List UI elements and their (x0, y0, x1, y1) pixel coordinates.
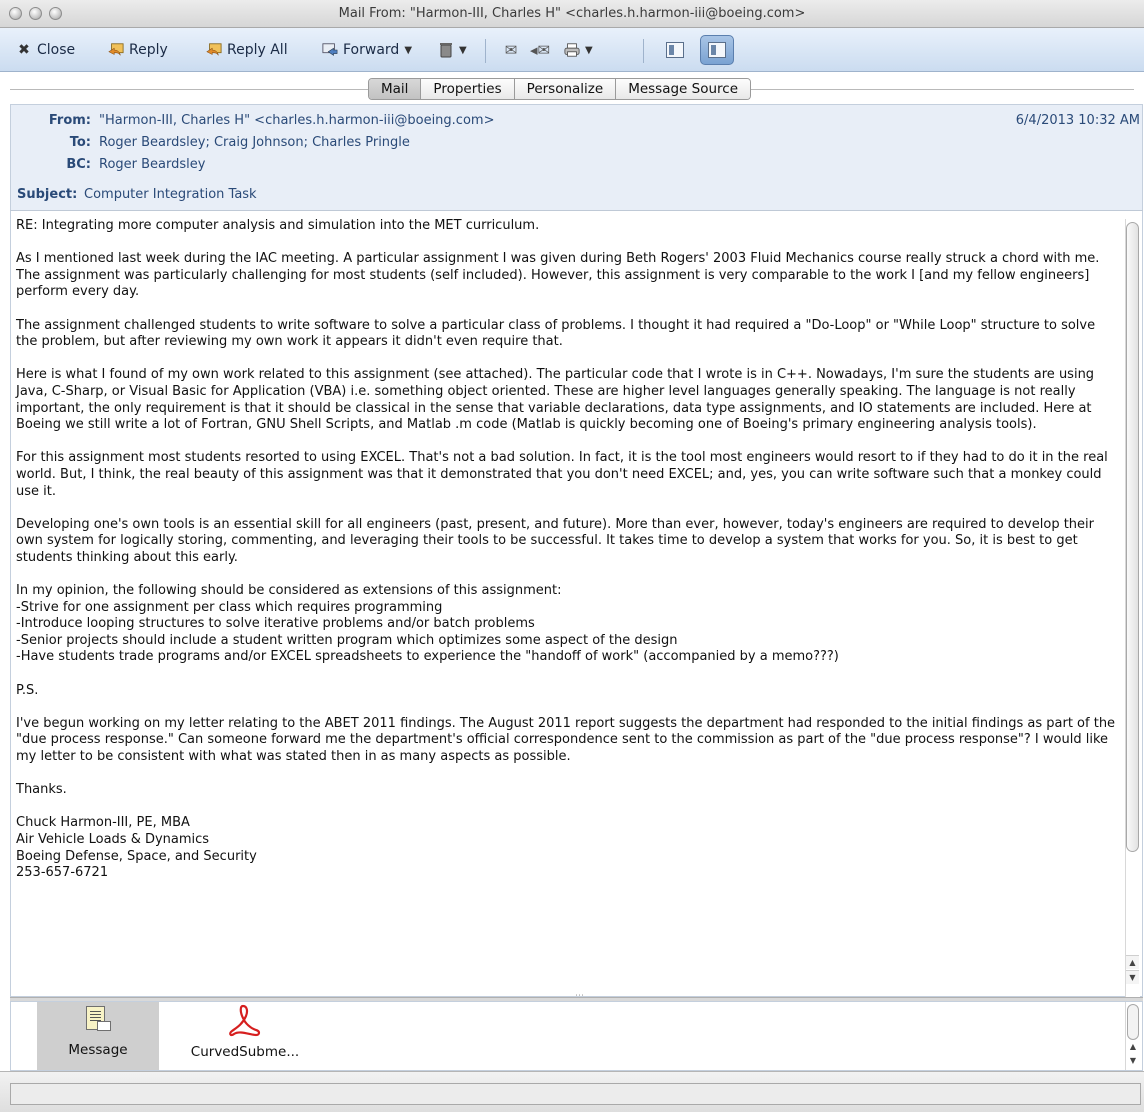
body-paragraph-list: In my opinion, the following should be c… (16, 583, 1118, 666)
mark-read-icon[interactable]: ✉ (499, 38, 523, 62)
printer-icon (564, 42, 580, 58)
splitter-grip-icon[interactable]: ⋯ (575, 991, 584, 1001)
attachment-pdf[interactable]: CurvedSubme... (184, 1002, 306, 1070)
scroll-up-arrow-icon[interactable]: ▲ (1126, 955, 1139, 969)
subject-value: Computer Integration Task (84, 187, 257, 202)
attachment-message[interactable]: Message (37, 1002, 159, 1070)
window-title: Mail From: "Harmon-III, Charles H" <char… (338, 6, 806, 21)
attachments-scrollbar-thumb[interactable] (1127, 1004, 1139, 1040)
reply-all-icon (206, 42, 222, 58)
close-button[interactable]: ✖ Close (16, 39, 75, 61)
scroll-up-arrow-icon[interactable]: ▲ (1127, 1042, 1139, 1055)
chevron-down-icon[interactable]: ▼ (585, 45, 593, 56)
view-mode-button-active[interactable] (700, 35, 734, 65)
forward-button[interactable]: Forward ▼ (322, 39, 412, 61)
layout-icon (708, 42, 726, 58)
toolbar: ✖ Close Reply Reply All Forward ▼ ▼ ✉ ◂✉… (0, 28, 1144, 72)
view-mode-button[interactable] (658, 35, 692, 65)
body-paragraph: The assignment challenged students to wr… (16, 317, 1096, 350)
delete-button[interactable]: ▼ (438, 39, 467, 61)
body-paragraph: RE: Integrating more computer analysis a… (16, 218, 540, 233)
view-tabs: Mail Properties Personalize Message Sour… (368, 78, 752, 100)
list-item: -Strive for one assignment per class whi… (16, 599, 443, 615)
signature-line: Air Vehicle Loads & Dynamics (16, 831, 210, 847)
tab-message-source[interactable]: Message Source (616, 79, 751, 99)
body-paragraph: P.S. (16, 682, 39, 698)
print-button[interactable]: ▼ (564, 39, 593, 61)
tab-properties[interactable]: Properties (421, 79, 515, 99)
message-body: RE: Integrating more computer analysis a… (16, 218, 1118, 898)
list-item: -Introduce looping structures to solve i… (16, 616, 535, 632)
pdf-icon (228, 1004, 262, 1038)
message-header: From: "Harmon-III, Charles H" <charles.h… (10, 104, 1143, 210)
bc-value[interactable]: Roger Beardsley (99, 157, 205, 172)
message-date: 6/4/2013 10:32 AM (1015, 113, 1140, 128)
signature: Chuck Harmon-III, PE, MBA Air Vehicle Lo… (16, 815, 1118, 881)
list-intro: In my opinion, the following should be c… (16, 583, 562, 599)
from-label: From: (48, 113, 91, 128)
signature-line: Boeing Defense, Space, and Security (16, 848, 257, 864)
reply-all-button[interactable]: Reply All (206, 39, 288, 61)
forward-icon (322, 42, 338, 58)
scroll-down-arrow-icon[interactable]: ▼ (1127, 1056, 1139, 1069)
attachments-pane (10, 1001, 1143, 1071)
forward-label: Forward (343, 42, 400, 58)
subject-label: Subject: (17, 187, 78, 202)
reply-all-label: Reply All (227, 42, 288, 58)
status-field (10, 1083, 1141, 1105)
scroll-down-arrow-icon[interactable]: ▼ (1126, 970, 1139, 984)
chevron-down-icon[interactable]: ▼ (459, 45, 467, 56)
message-icon (85, 1006, 111, 1036)
to-value[interactable]: Roger Beardsley; Craig Johnson; Charles … (99, 135, 410, 150)
body-paragraph: Thanks. (16, 782, 67, 798)
to-label: To: (69, 135, 91, 150)
close-icon: ✖ (18, 42, 30, 58)
toolbar-separator (485, 39, 486, 63)
window-title-bar: Mail From: "Harmon-III, Charles H" <char… (0, 0, 1144, 28)
body-paragraph: Here is what I found of my own work rela… (16, 367, 1095, 433)
body-paragraph: As I mentioned last week during the IAC … (16, 251, 1100, 300)
trash-icon (438, 42, 454, 58)
list-item: -Have students trade programs and/or EXC… (16, 649, 839, 665)
tab-mail[interactable]: Mail (369, 79, 422, 99)
layout-icon (666, 42, 684, 58)
from-value[interactable]: "Harmon-III, Charles H" <charles.h.harmo… (99, 113, 494, 128)
close-label: Close (37, 42, 76, 58)
chevron-down-icon[interactable]: ▼ (404, 45, 412, 56)
signature-line: 253-657-6721 (16, 865, 109, 881)
reply-button[interactable]: Reply (108, 39, 168, 61)
list-item: -Senior projects should include a studen… (16, 632, 678, 648)
attachments-scrollbar[interactable]: ▲ ▼ (1125, 1002, 1140, 1070)
attachment-label: Message (68, 1042, 128, 1058)
signature-line: Chuck Harmon-III, PE, MBA (16, 815, 190, 831)
bc-label: BC: (66, 157, 91, 172)
tab-personalize[interactable]: Personalize (514, 79, 617, 99)
body-paragraph: Developing one's own tools is an essenti… (16, 516, 1094, 565)
attachment-label: CurvedSubme... (190, 1044, 300, 1060)
toolbar-separator (643, 39, 644, 63)
reply-label: Reply (129, 42, 168, 58)
body-paragraph: I've begun working on my letter relating… (16, 715, 1116, 764)
body-scrollbar-thumb[interactable] (1126, 222, 1139, 852)
reply-icon (108, 42, 124, 58)
previous-message-icon[interactable]: ◂✉ (528, 38, 552, 62)
body-paragraph: For this assignment most students resort… (16, 450, 1108, 499)
